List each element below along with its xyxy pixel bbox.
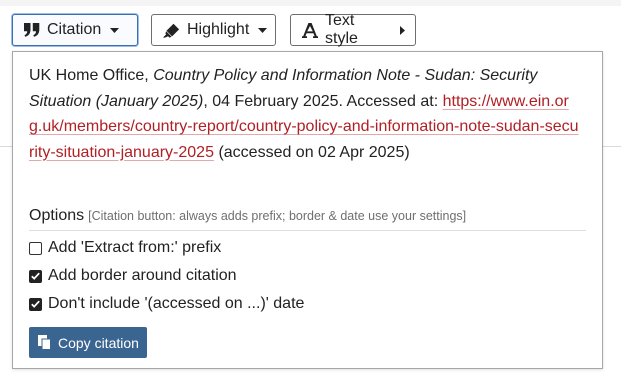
option-add-border[interactable]: Add border around citation	[29, 267, 237, 285]
citation-button[interactable]: Citation	[12, 14, 138, 46]
text-style-icon	[302, 22, 318, 38]
option-label: Don't include '(accessed on ...)' date	[48, 295, 305, 312]
checkmark-icon	[31, 300, 40, 308]
options-title: Options	[29, 207, 85, 224]
divider-line	[603, 146, 621, 147]
top-strip	[0, 0, 621, 6]
citation-text: UK Home Office, Country Policy and Infor…	[29, 63, 579, 165]
options-hint: [Citation button: always adds prefix; bo…	[88, 209, 467, 223]
caret-down-icon	[258, 27, 268, 33]
citation-accessed: (accessed on 02 Apr 2025)	[218, 143, 410, 161]
highlighter-icon	[163, 23, 180, 38]
citation-tool-page: Citation Highlight Text style UK Home Of…	[0, 0, 621, 382]
caret-right-icon	[400, 25, 405, 35]
highlight-button-label: Highlight	[187, 21, 250, 38]
checkbox-checked[interactable]	[29, 269, 42, 283]
citation-author: UK Home Office,	[29, 67, 149, 84]
copy-icon	[38, 335, 51, 350]
checkbox-checked[interactable]	[29, 297, 42, 311]
option-extract-prefix[interactable]: Add 'Extract from:' prefix	[29, 239, 221, 257]
citation-dropdown-panel: UK Home Office, Country Policy and Infor…	[12, 51, 603, 369]
text-style-button-label: Text style	[325, 12, 358, 47]
option-label: Add 'Extract from:' prefix	[48, 239, 222, 256]
citation-date: , 04 February 2025. Accessed at:	[203, 92, 439, 110]
divider-line	[0, 146, 12, 147]
quote-icon	[24, 23, 40, 37]
caret-down-icon	[110, 27, 120, 33]
option-exclude-date[interactable]: Don't include '(accessed on ...)' date	[29, 295, 304, 313]
copy-citation-label: Copy citation	[58, 334, 139, 351]
citation-button-label: Citation	[47, 21, 102, 38]
checkmark-icon	[31, 272, 40, 280]
options-heading: Options [Citation button: always adds pre…	[29, 207, 466, 225]
copy-citation-button[interactable]: Copy citation	[29, 327, 147, 358]
checkbox-unchecked[interactable]	[29, 241, 42, 255]
option-label: Add border around citation	[48, 267, 237, 284]
text-style-button[interactable]: Text style	[290, 12, 416, 47]
highlight-button[interactable]: Highlight	[151, 14, 276, 46]
options-divider	[29, 230, 586, 231]
